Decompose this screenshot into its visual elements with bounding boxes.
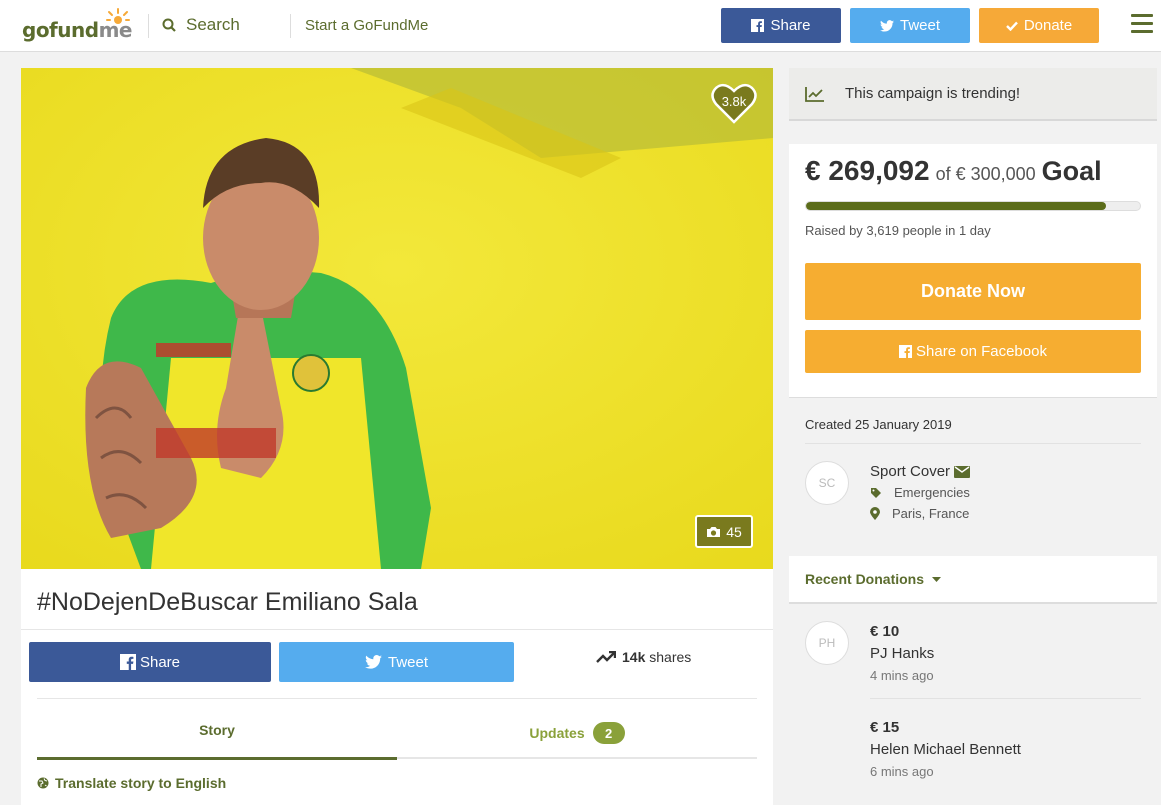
campaign-photo-image [21, 68, 773, 569]
share-button[interactable]: Share [29, 642, 271, 682]
tab-active-indicator [37, 757, 397, 760]
header-donate-label: Donate [1023, 17, 1073, 34]
recent-donations-dropdown[interactable]: Recent Donations [789, 556, 1157, 604]
header-tweet-button[interactable]: Tweet [850, 8, 970, 43]
header-share-button[interactable]: Share [721, 8, 841, 43]
organizer-name: Sport Cover [870, 463, 951, 480]
share-label: Share [139, 653, 181, 671]
search-link[interactable]: Search [162, 15, 240, 35]
heart-count: 3.8k [721, 94, 747, 109]
facebook-icon [119, 654, 136, 670]
tag-icon [871, 487, 881, 498]
header-divider [148, 14, 149, 38]
camera-icon [707, 526, 721, 537]
donation-amount: € 10 [870, 623, 900, 640]
logo-text-main: gofund [22, 18, 99, 42]
caret-down-icon [932, 576, 942, 582]
organizer-category[interactable]: Emergencies [870, 485, 970, 500]
divider [870, 698, 1141, 699]
start-gofundme-link[interactable]: Start a GoFundMe [305, 17, 428, 34]
share-facebook-label: Share on Facebook [916, 343, 1047, 360]
tab-updates-label: Updates [529, 725, 585, 741]
divider [21, 629, 773, 630]
recent-donations-label: Recent Donations [805, 571, 925, 587]
header-share-label: Share [770, 17, 811, 34]
header-tweet-label: Tweet [899, 17, 941, 34]
header-divider [290, 14, 291, 38]
search-icon [162, 18, 176, 32]
tab-story[interactable]: Story [37, 722, 397, 738]
campaign-title: #NoDejenDeBuscar Emiliano Sala [37, 588, 418, 616]
share-on-facebook-button[interactable]: Share on Facebook [805, 330, 1141, 373]
search-label: Search [186, 15, 240, 34]
twitter-icon [365, 655, 382, 669]
goal-amount: of € 300,000 [935, 164, 1036, 184]
tab-updates[interactable]: Updates 2 [397, 722, 757, 744]
created-date: Created 25 January 2019 [805, 417, 952, 432]
top-navbar: gofundme Search Start a GoFundMe Share T… [0, 0, 1161, 52]
donation-amount: € 15 [870, 719, 900, 736]
tweet-button[interactable]: Tweet [279, 642, 514, 682]
map-pin-icon [870, 507, 880, 520]
globe-icon [37, 777, 49, 789]
organizer-name-link[interactable]: Sport Cover [870, 463, 971, 480]
divider [37, 698, 757, 699]
translate-story-link[interactable]: Translate story to English [37, 775, 226, 791]
tweet-label: Tweet [387, 653, 429, 671]
gofundme-logo[interactable]: gofundme [22, 8, 132, 42]
donation-time: 6 mins ago [870, 764, 934, 779]
facebook-icon [751, 19, 765, 32]
twitter-icon [879, 19, 894, 32]
category-label: Emergencies [894, 485, 970, 500]
progress-bar [805, 201, 1141, 211]
trending-chart-icon [805, 86, 824, 102]
envelope-icon[interactable] [954, 465, 971, 478]
logo-sun-icon [106, 8, 130, 24]
donor-name: Helen Michael Bennett [870, 741, 1021, 758]
trending-up-icon [596, 651, 616, 663]
trending-text: This campaign is trending! [845, 85, 1021, 102]
goal-label: Goal [1041, 156, 1102, 186]
raised-amount: € 269,092 [805, 155, 930, 186]
updates-count-badge: 2 [592, 722, 625, 744]
photo-count-button[interactable]: 45 [695, 515, 753, 548]
shares-number: 14k [622, 649, 646, 665]
donate-now-button[interactable]: Donate Now [805, 263, 1141, 320]
donation-time: 4 mins ago [870, 668, 934, 683]
shares-count: 14k shares [596, 649, 691, 665]
photo-count: 45 [726, 523, 742, 540]
divider [805, 443, 1141, 444]
organizer-location: Paris, France [870, 506, 969, 521]
trending-banner: This campaign is trending! [789, 68, 1157, 121]
organizer-avatar: SC [805, 461, 849, 505]
progress-bar-fill [806, 202, 1106, 210]
location-label: Paris, France [892, 506, 970, 521]
amount-raised: € 269,092 of € 300,000 Goal [805, 155, 1102, 187]
checkmark-icon [1005, 21, 1018, 31]
hamburger-menu-icon[interactable] [1131, 14, 1153, 38]
campaign-photo[interactable] [21, 68, 773, 569]
raised-by-text: Raised by 3,619 people in 1 day [805, 223, 991, 238]
shares-suffix: shares [645, 649, 692, 665]
facebook-icon [899, 345, 913, 358]
header-donate-button[interactable]: Donate [979, 8, 1099, 43]
translate-label: Translate story to English [55, 775, 227, 791]
donor-name: PJ Hanks [870, 645, 935, 662]
donor-avatar: PH [805, 621, 849, 665]
